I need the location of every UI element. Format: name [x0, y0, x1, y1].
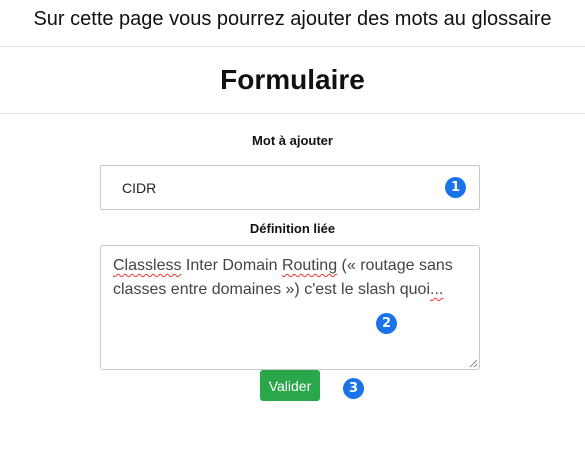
- annotation-marker-1: 1: [445, 177, 466, 198]
- definition-textarea[interactable]: Classless Inter Domain Routing (« routag…: [100, 245, 480, 370]
- word-label: Mot à ajouter: [252, 133, 333, 148]
- annotation-marker-3: 3: [343, 378, 364, 399]
- resize-handle-icon[interactable]: [468, 358, 478, 368]
- page-title: Formulaire: [220, 64, 365, 95]
- definition-text: Classless Inter Domain Routing (« routag…: [113, 257, 453, 298]
- title-bar: Formulaire: [0, 47, 585, 114]
- intro-text: Sur cette page vous pourrez ajouter des …: [0, 0, 585, 47]
- definition-label: Définition liée: [249, 221, 336, 236]
- annotation-marker-2: 2: [376, 313, 397, 334]
- word-input[interactable]: [100, 165, 480, 210]
- submit-button[interactable]: Valider: [260, 370, 320, 401]
